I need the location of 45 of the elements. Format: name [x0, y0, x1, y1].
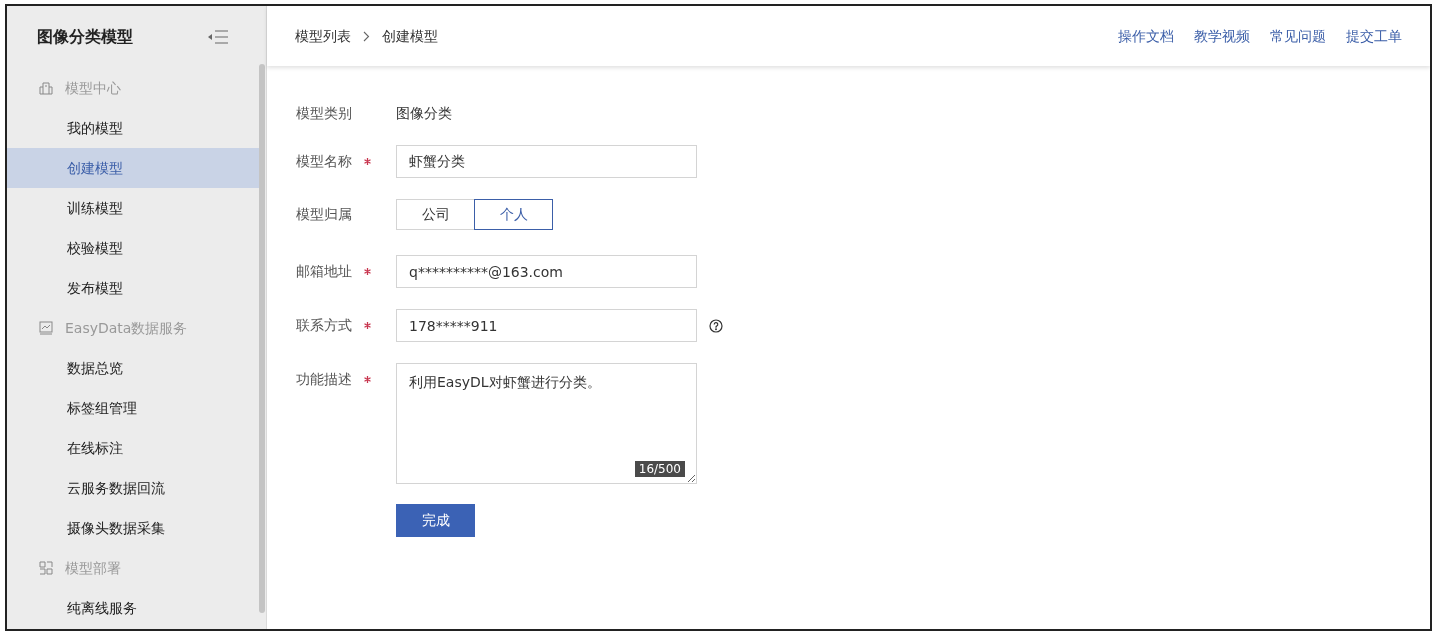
- sidebar-item[interactable]: 发布模型: [7, 268, 259, 308]
- sidebar-section-label: EasyData数据服务: [65, 318, 188, 338]
- sidebar-item[interactable]: 数据总览: [7, 348, 259, 388]
- field-label: 邮箱地址: [296, 262, 352, 281]
- ownership-option[interactable]: 个人: [474, 199, 553, 230]
- sidebar-item[interactable]: 摄像头数据采集: [7, 508, 259, 548]
- building-icon: [39, 81, 53, 95]
- sidebar-title: 图像分类模型: [37, 26, 133, 48]
- field-label: 联系方式: [296, 316, 352, 335]
- ownership-option[interactable]: 公司: [396, 199, 475, 230]
- breadcrumb-link[interactable]: 模型列表: [295, 25, 351, 47]
- field-value: 图像分类: [396, 104, 452, 123]
- chevron-right-icon: [363, 30, 370, 42]
- required-asterisk-icon: [364, 268, 371, 275]
- layout-icon: [39, 561, 53, 575]
- collapse-menu-icon[interactable]: [207, 29, 229, 45]
- header-link[interactable]: 教学视频: [1194, 25, 1250, 47]
- text-input[interactable]: q**********@163.com: [396, 255, 697, 288]
- field-label: 模型类别: [296, 104, 352, 123]
- scrollbar-thumb[interactable]: [259, 64, 265, 613]
- submit-button[interactable]: 完成: [396, 504, 475, 537]
- sidebar-section-label: 模型部署: [65, 558, 121, 578]
- sidebar-item[interactable]: 我的模型: [7, 108, 259, 148]
- header-link[interactable]: 操作文档: [1118, 25, 1174, 47]
- text-input[interactable]: 虾蟹分类: [396, 145, 697, 178]
- text-input[interactable]: 178*****911: [396, 309, 697, 342]
- required-asterisk-icon: [364, 376, 371, 383]
- sidebar-item[interactable]: 在线标注: [7, 428, 259, 468]
- field-label: 功能描述: [296, 370, 352, 389]
- chart-icon: [39, 321, 53, 335]
- sidebar-item[interactable]: 纯离线服务: [7, 588, 259, 628]
- field-label: 模型名称: [296, 152, 352, 171]
- sidebar-item[interactable]: 校验模型: [7, 228, 259, 268]
- sidebar-item[interactable]: 训练模型: [7, 188, 259, 228]
- sidebar-item[interactable]: 云服务数据回流: [7, 468, 259, 508]
- sidebar-item[interactable]: 创建模型: [7, 148, 259, 188]
- header-link[interactable]: 提交工单: [1346, 25, 1402, 47]
- character-counter: 16/500: [634, 461, 685, 477]
- sidebar-section-label: 模型中心: [65, 78, 121, 98]
- header-link[interactable]: 常见问题: [1270, 25, 1326, 47]
- required-asterisk-icon: [364, 322, 371, 329]
- sidebar-item[interactable]: 标签组管理: [7, 388, 259, 428]
- help-icon[interactable]: [709, 318, 723, 333]
- field-label: 模型归属: [296, 205, 352, 224]
- required-asterisk-icon: [364, 158, 371, 165]
